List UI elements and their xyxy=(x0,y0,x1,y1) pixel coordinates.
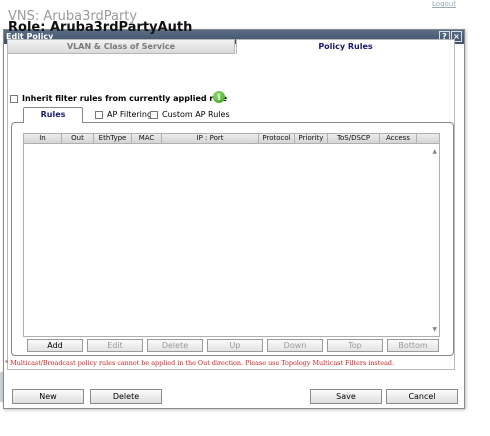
cancel-button[interactable]: Cancel xyxy=(386,389,458,404)
add-rule-button[interactable]: Add xyxy=(27,339,83,352)
tab-vlan-class-of-service[interactable]: VLAN & Class of Service xyxy=(7,39,235,54)
custom-ap-rules-option[interactable]: Custom AP Rules xyxy=(150,110,230,119)
inherit-filter-checkbox[interactable] xyxy=(10,94,18,103)
column-header-in[interactable]: In xyxy=(24,134,62,143)
multicast-note: * Multicast/Broadcast policy rules canno… xyxy=(5,359,394,367)
ap-filtering-checkbox[interactable] xyxy=(95,110,103,119)
custom-ap-rules-checkbox[interactable] xyxy=(150,110,158,119)
column-header-access[interactable]: Access xyxy=(380,134,417,143)
edit-rule-button[interactable]: Edit xyxy=(87,339,143,352)
column-header-ip-port[interactable]: IP : Port xyxy=(162,134,259,143)
move-top-button[interactable]: Top xyxy=(327,339,383,352)
delete-rule-button[interactable]: Delete xyxy=(147,339,203,352)
column-header-protocol[interactable]: Protocol xyxy=(259,134,295,143)
logout-link[interactable]: Logout xyxy=(432,0,456,8)
ap-filtering-option[interactable]: AP Filtering xyxy=(95,110,152,119)
inherit-filter-option[interactable]: Inherit filter rules from currently appl… xyxy=(10,94,227,103)
inherit-filter-label: Inherit filter rules from currently appl… xyxy=(22,94,228,103)
subtab-rules[interactable]: Rules xyxy=(23,107,83,123)
scroll-down-icon[interactable]: ▼ xyxy=(432,326,437,333)
tab-policy-rules[interactable]: Policy Rules xyxy=(236,39,455,54)
ap-filtering-label: AP Filtering xyxy=(107,110,153,119)
column-header-priority[interactable]: Priority xyxy=(295,134,328,143)
move-bottom-button[interactable]: Bottom xyxy=(387,339,439,352)
info-icon[interactable]: i xyxy=(213,91,225,103)
move-down-button[interactable]: Down xyxy=(267,339,323,352)
rules-table: In Out EthType MAC IP : Port Protocol Pr… xyxy=(23,133,440,337)
main-tabs: VLAN & Class of Service Policy Rules xyxy=(7,39,455,54)
role-title: Role: Aruba3rdPartyAuth xyxy=(8,20,193,35)
new-button[interactable]: New xyxy=(12,389,84,404)
scroll-up-icon[interactable]: ▲ xyxy=(432,148,437,155)
save-button[interactable]: Save xyxy=(310,389,382,404)
rules-table-header: In Out EthType MAC IP : Port Protocol Pr… xyxy=(24,134,439,144)
column-header-mac[interactable]: MAC xyxy=(132,134,162,143)
column-header-ethtype[interactable]: EthType xyxy=(94,134,132,143)
delete-button[interactable]: Delete xyxy=(90,389,162,404)
custom-ap-rules-label: Custom AP Rules xyxy=(162,110,230,119)
column-header-tos-dscp[interactable]: ToS/DSCP xyxy=(328,134,380,143)
column-header-out[interactable]: Out xyxy=(62,134,94,143)
move-up-button[interactable]: Up xyxy=(207,339,263,352)
